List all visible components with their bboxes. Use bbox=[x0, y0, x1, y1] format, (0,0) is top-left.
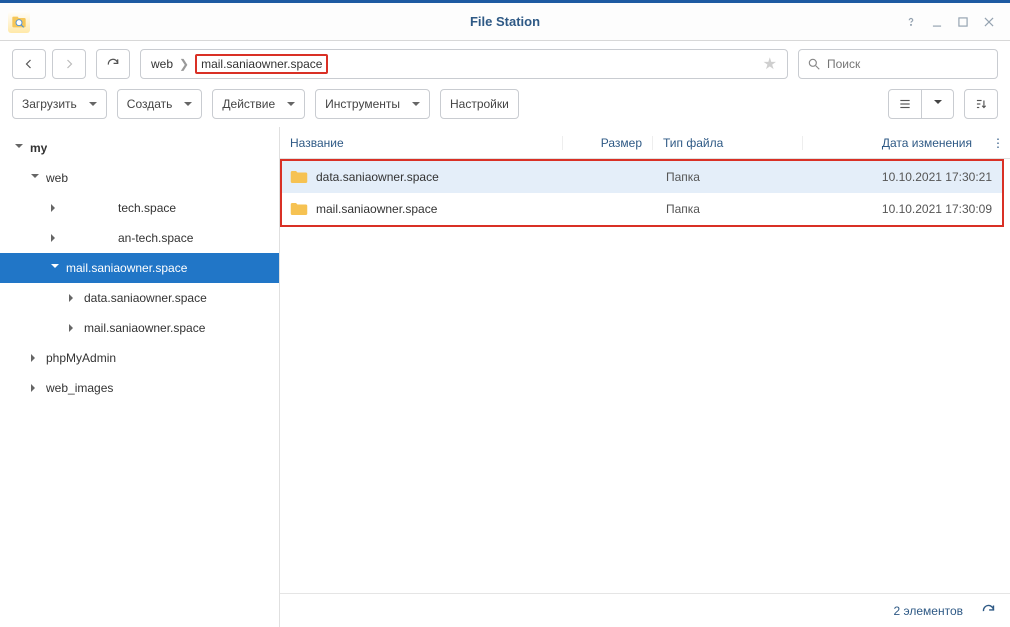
item-count: 2 элементов bbox=[893, 604, 963, 618]
tree-tech[interactable]: tech.space bbox=[0, 193, 279, 223]
tree-webimages[interactable]: web_images bbox=[0, 373, 279, 403]
tree-data-sub[interactable]: data.saniaowner.space bbox=[0, 283, 279, 313]
maximize-icon[interactable] bbox=[950, 9, 976, 35]
close-icon[interactable] bbox=[976, 9, 1002, 35]
folder-icon bbox=[290, 170, 308, 184]
chevron-down-icon bbox=[934, 100, 942, 108]
file-list-highlight: data.saniaowner.space Папка 10.10.2021 1… bbox=[280, 159, 1004, 227]
search-field[interactable] bbox=[827, 57, 989, 71]
tree-phpmyadmin[interactable]: phpMyAdmin bbox=[0, 343, 279, 373]
col-type[interactable]: Тип файла bbox=[652, 136, 802, 150]
crumb-current[interactable]: mail.saniaowner.space bbox=[195, 54, 328, 74]
refresh-button[interactable] bbox=[981, 603, 996, 618]
sort-button[interactable] bbox=[964, 89, 998, 119]
col-name[interactable]: Название bbox=[280, 136, 562, 150]
breadcrumb[interactable]: web ❯ mail.saniaowner.space ★ bbox=[140, 49, 788, 79]
chevron-right-icon: ❯ bbox=[179, 57, 189, 71]
help-icon[interactable] bbox=[898, 9, 924, 35]
col-date[interactable]: Дата изменения bbox=[802, 136, 982, 150]
app-icon bbox=[8, 11, 30, 33]
crumb-web[interactable]: web bbox=[151, 57, 173, 71]
search-input[interactable] bbox=[798, 49, 998, 79]
settings-button[interactable]: Настройки bbox=[440, 89, 519, 119]
forward-button[interactable] bbox=[52, 49, 86, 79]
tree-mail-sub[interactable]: mail.saniaowner.space bbox=[0, 313, 279, 343]
column-headers: Название Размер Тип файла Дата изменения… bbox=[280, 127, 1010, 159]
search-icon bbox=[807, 57, 821, 71]
reload-button[interactable] bbox=[96, 49, 130, 79]
minimize-icon[interactable] bbox=[924, 9, 950, 35]
col-more-icon[interactable]: ⋮ bbox=[982, 136, 1004, 150]
favorite-icon[interactable]: ★ bbox=[763, 54, 777, 74]
back-button[interactable] bbox=[12, 49, 46, 79]
action-button[interactable]: Действие bbox=[212, 89, 305, 119]
window-title: File Station bbox=[470, 14, 540, 29]
table-row[interactable]: data.saniaowner.space Папка 10.10.2021 1… bbox=[282, 161, 1002, 193]
view-list-button[interactable] bbox=[888, 89, 922, 119]
folder-tree: my web tech.space an-tech.space mail.san… bbox=[0, 127, 280, 627]
upload-button[interactable]: Загрузить bbox=[12, 89, 107, 119]
tree-web[interactable]: web bbox=[0, 163, 279, 193]
tools-button[interactable]: Инструменты bbox=[315, 89, 430, 119]
status-bar: 2 элементов bbox=[280, 593, 1010, 627]
tree-mail-selected[interactable]: mail.saniaowner.space bbox=[0, 253, 279, 283]
col-size[interactable]: Размер bbox=[562, 136, 652, 150]
tree-root[interactable]: my bbox=[0, 133, 279, 163]
tree-antech[interactable]: an-tech.space bbox=[0, 223, 279, 253]
view-dropdown-button[interactable] bbox=[922, 89, 954, 119]
folder-icon bbox=[290, 202, 308, 216]
table-row[interactable]: mail.saniaowner.space Папка 10.10.2021 1… bbox=[282, 193, 1002, 225]
create-button[interactable]: Создать bbox=[117, 89, 203, 119]
refresh-icon bbox=[981, 603, 996, 618]
